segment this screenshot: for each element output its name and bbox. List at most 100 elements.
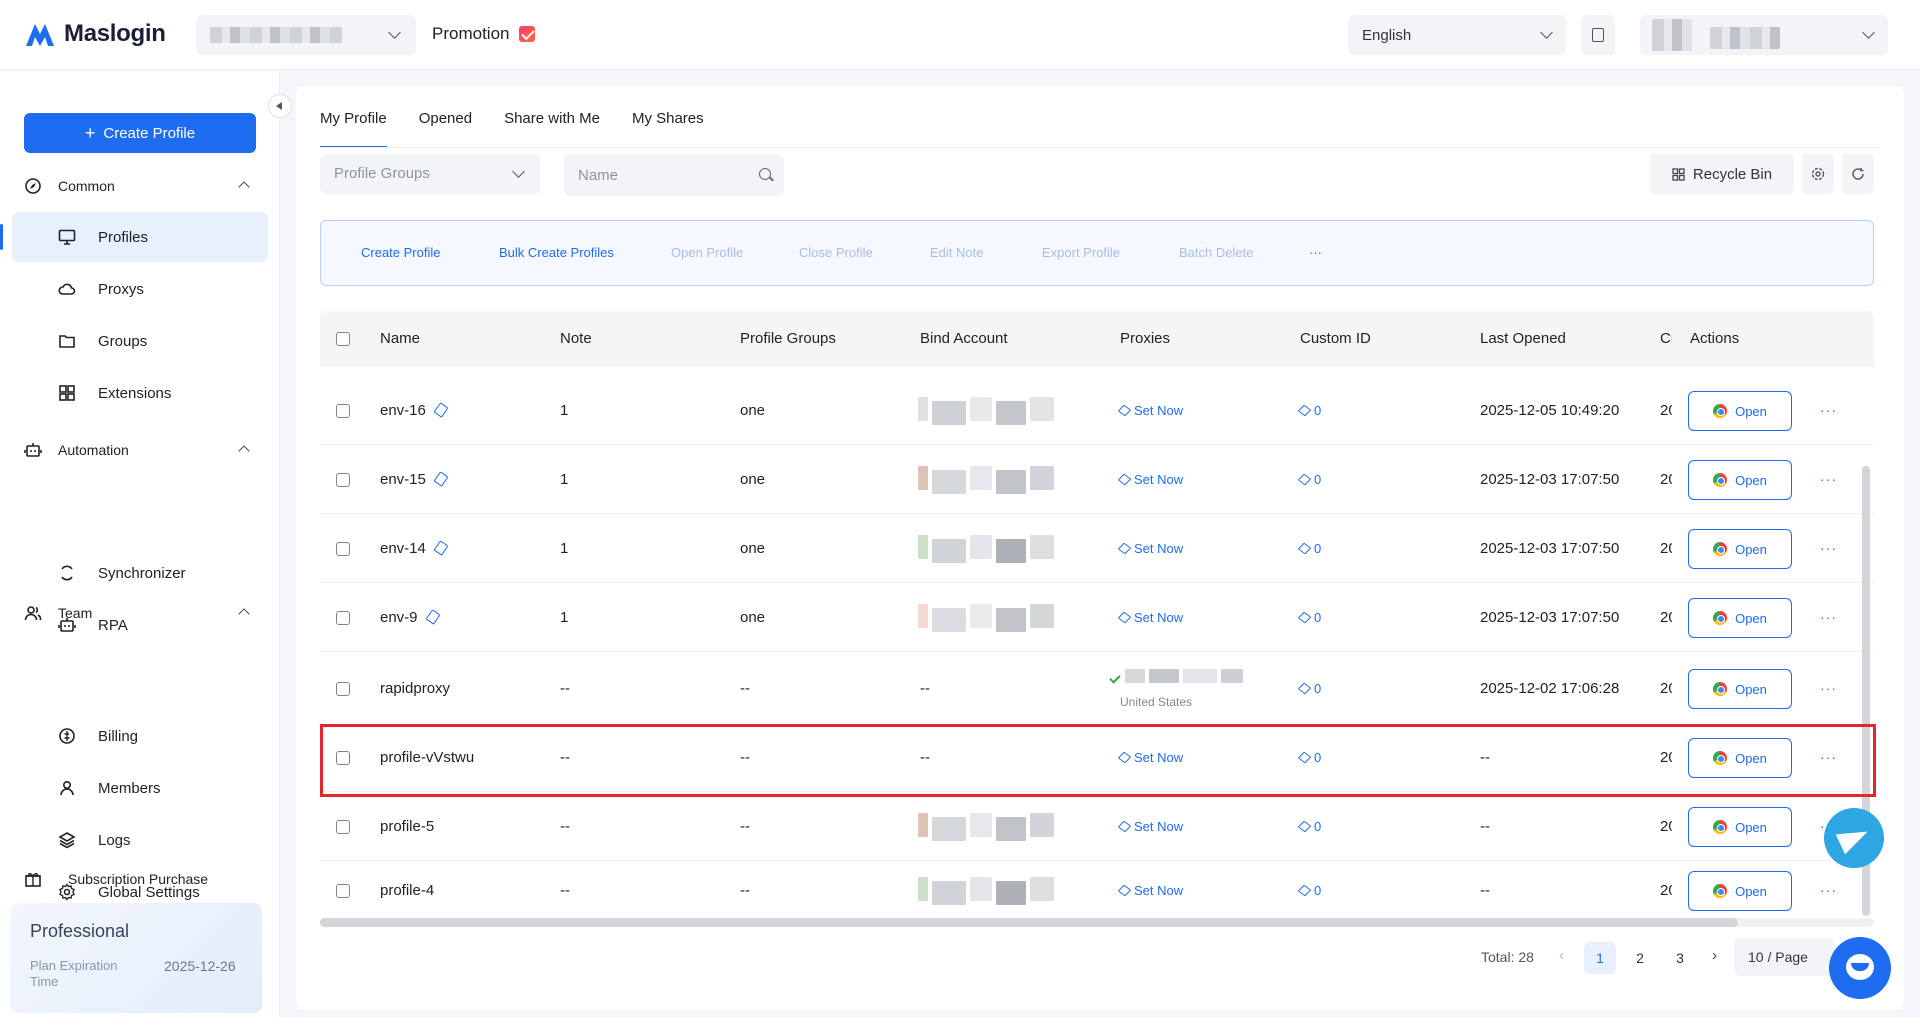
profile-name[interactable]: env-9	[380, 609, 441, 626]
row-checkbox[interactable]	[336, 611, 350, 625]
create-profile-button[interactable]: + Create Profile	[24, 113, 256, 153]
set-proxy-link[interactable]: Set Now	[1117, 750, 1183, 765]
sidebar-item-groups[interactable]: Groups	[12, 316, 268, 366]
workspace-select[interactable]	[196, 15, 416, 55]
bulk-batch-delete[interactable]: Batch Delete	[1179, 245, 1253, 260]
sidebar-item-proxys[interactable]: Proxys	[12, 264, 268, 314]
brand-logo[interactable]: Maslogin	[24, 20, 166, 48]
sidebar-item-profiles[interactable]: Profiles	[0, 212, 268, 262]
page-1-button[interactable]: 1	[1584, 942, 1616, 974]
account-menu[interactable]	[1640, 15, 1888, 55]
custom-id-link[interactable]: 0	[1297, 681, 1321, 696]
profile-name[interactable]: env-15	[380, 471, 449, 488]
row-checkbox[interactable]	[336, 682, 350, 696]
profile-name[interactable]: rapidproxy	[380, 680, 450, 697]
row-checkbox[interactable]	[336, 820, 350, 834]
bulk-open-profile[interactable]: Open Profile	[671, 245, 743, 260]
custom-id-link[interactable]: 0	[1297, 541, 1321, 556]
profile-name[interactable]: env-14	[380, 540, 449, 557]
sidebar-item-synchronizer[interactable]: Synchronizer	[12, 548, 268, 598]
row-more-button[interactable]: ···	[1820, 882, 1837, 898]
set-proxy-link[interactable]: Set Now	[1117, 883, 1183, 898]
row-checkbox[interactable]	[336, 542, 350, 556]
row-more-button[interactable]: ···	[1820, 680, 1837, 696]
row-checkbox[interactable]	[336, 884, 350, 898]
custom-id-link[interactable]: 0	[1297, 750, 1321, 765]
sidebar-item-members[interactable]: Members	[12, 763, 268, 813]
table-row[interactable]: profile-5----Set Now0--20Open···	[320, 792, 1874, 861]
row-more-button[interactable]: ···	[1820, 749, 1837, 765]
open-profile-button[interactable]: Open	[1688, 871, 1792, 911]
table-row[interactable]: env-14 1 one Set Now 0 2025-12-03 17:07:50 20 O…	[320, 514, 1874, 583]
chat-support-button[interactable]	[1829, 937, 1891, 999]
page-3-button[interactable]: 3	[1664, 942, 1696, 974]
profile-name[interactable]: profile-4	[380, 882, 434, 899]
table-row[interactable]: profile-4 -- -- Set Now 0 -- 20 Open ···	[320, 861, 1874, 921]
table-row[interactable]: profile-vVstwu -- -- -- Set Now 0 -- 20 Open ···	[320, 723, 1874, 792]
custom-id-link[interactable]: 0	[1297, 403, 1321, 418]
recycle-bin-button[interactable]: Recycle Bin	[1650, 154, 1794, 194]
profile-name[interactable]: env-16	[380, 402, 449, 419]
open-profile-button[interactable]: Open	[1688, 460, 1792, 500]
set-proxy-link[interactable]: Set Now	[1117, 472, 1183, 487]
column-header-name[interactable]: Name	[380, 330, 420, 347]
set-proxy-link[interactable]: Set Now	[1117, 819, 1183, 834]
open-profile-button[interactable]: Open	[1688, 598, 1792, 638]
profile-groups-select[interactable]: Profile Groups	[320, 154, 540, 194]
open-profile-button[interactable]: Open	[1688, 529, 1792, 569]
language-select[interactable]: English	[1348, 15, 1566, 55]
column-header-custom-id[interactable]: Custom ID	[1300, 330, 1371, 347]
docs-button[interactable]	[1581, 15, 1615, 55]
bulk-create-profile[interactable]: Create Profile	[361, 245, 440, 260]
column-header-actions[interactable]: Actions	[1690, 330, 1739, 347]
custom-id-link[interactable]: 0	[1297, 819, 1321, 834]
prev-page-icon[interactable]: ‹	[1559, 947, 1564, 964]
set-proxy-link[interactable]: Set Now	[1117, 541, 1183, 556]
custom-id-link[interactable]: 0	[1297, 472, 1321, 487]
bulk-edit-note[interactable]: Edit Note	[930, 245, 983, 260]
column-header-note[interactable]: Note	[560, 330, 592, 347]
tab-my-profile[interactable]: My Profile	[320, 110, 387, 148]
table-row[interactable]: env-16 1 one Set Now 0 2025-12-05 10:49:20 20 O…	[320, 376, 1874, 445]
table-row[interactable]: env-9 1 one Set Now 0 2025-12-03 17:07:50 20 Op…	[320, 583, 1874, 652]
pin-icon[interactable]	[424, 609, 441, 625]
horizontal-scrollbar[interactable]	[320, 918, 1874, 927]
sidebar-item-billing[interactable]: Billing	[12, 711, 268, 761]
column-header-cr[interactable]: Cr	[1660, 330, 1672, 347]
open-profile-button[interactable]: Open	[1688, 669, 1792, 709]
search-icon[interactable]	[759, 168, 771, 180]
set-proxy-link[interactable]: Set Now	[1117, 403, 1183, 418]
column-header-proxies[interactable]: Proxies	[1120, 330, 1170, 347]
open-profile-button[interactable]: Open	[1688, 738, 1792, 778]
name-search-input[interactable]	[564, 154, 784, 196]
row-checkbox[interactable]	[336, 473, 350, 487]
next-page-icon[interactable]: ›	[1712, 947, 1717, 964]
row-checkbox[interactable]	[336, 404, 350, 418]
row-checkbox[interactable]	[336, 751, 350, 765]
profile-name[interactable]: profile-vVstwu	[380, 749, 474, 766]
sidebar-section-team[interactable]: Team	[24, 604, 256, 622]
column-header-last-opened[interactable]: Last Opened	[1480, 330, 1566, 347]
sidebar-item-extensions[interactable]: Extensions	[12, 368, 268, 418]
profile-name[interactable]: profile-5	[380, 818, 434, 835]
page-size-select[interactable]: 10 / Page	[1734, 938, 1834, 976]
tab-share-with-me[interactable]: Share with Me	[504, 110, 600, 148]
page-2-button[interactable]: 2	[1624, 942, 1656, 974]
custom-id-link[interactable]: 0	[1297, 610, 1321, 625]
set-proxy-link[interactable]: Set Now	[1117, 610, 1183, 625]
column-settings-button[interactable]	[1802, 154, 1834, 194]
promotion-link[interactable]: Promotion	[432, 24, 536, 44]
row-more-button[interactable]: ···	[1820, 471, 1837, 487]
sidebar-section-automation[interactable]: Automation	[24, 441, 256, 459]
telegram-button[interactable]	[1824, 808, 1884, 868]
bulk-more-button[interactable]: ···	[1309, 245, 1322, 260]
custom-id-link[interactable]: 0	[1297, 883, 1321, 898]
sidebar-item-logs[interactable]: Logs	[12, 815, 268, 865]
collapse-sidebar-button[interactable]	[268, 94, 292, 118]
table-row[interactable]: rapidproxy -- -- -- United States 0 2025-12-02…	[320, 652, 1874, 725]
select-all-checkbox[interactable]	[336, 332, 350, 346]
column-header-bind-account[interactable]: Bind Account	[920, 330, 1008, 347]
sidebar-section-common[interactable]: Common	[24, 177, 256, 195]
pin-icon[interactable]	[433, 540, 449, 556]
open-profile-button[interactable]: Open	[1688, 391, 1792, 431]
